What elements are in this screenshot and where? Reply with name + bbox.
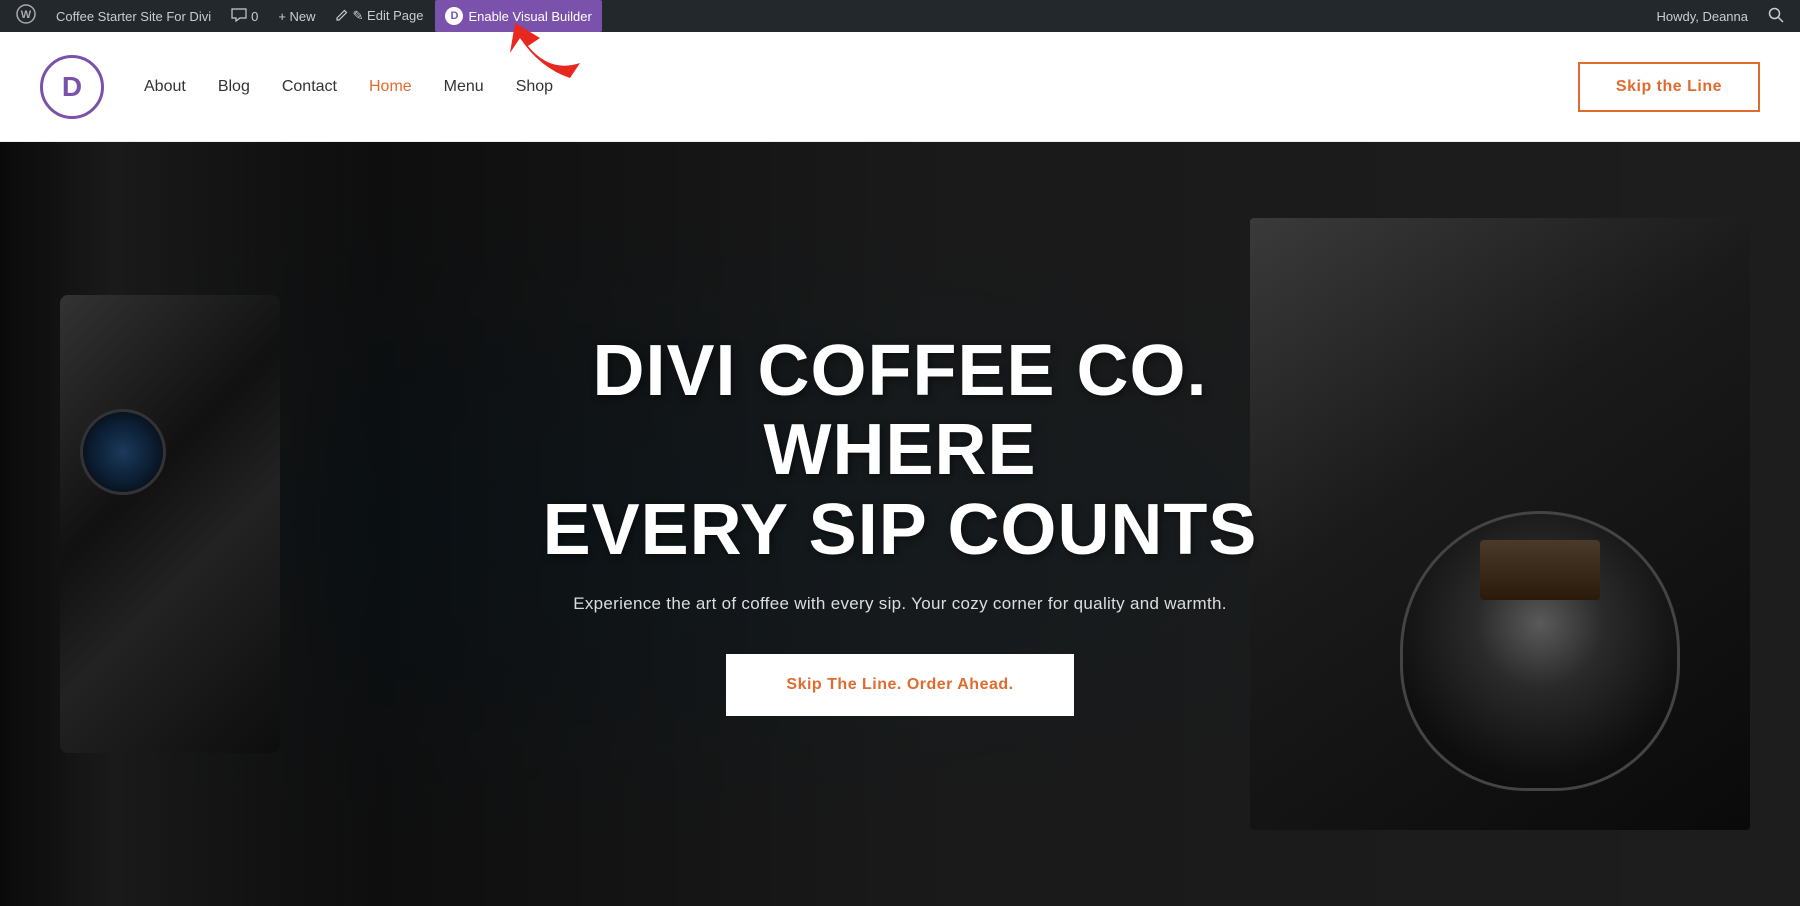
hero-section: DIVI COFFEE CO. WHERE EVERY SIP COUNTS E…	[0, 142, 1800, 906]
hero-title-line1: DIVI COFFEE CO. WHERE	[592, 331, 1207, 490]
site-nav: About Blog Contact Home Menu Shop	[144, 78, 1578, 96]
enable-visual-builder-button[interactable]: D Enable Visual Builder	[435, 0, 601, 32]
hero-machine-left	[0, 142, 380, 906]
hero-subtitle: Experience the art of coffee with every …	[490, 594, 1310, 614]
new-label: + New	[278, 9, 315, 24]
hero-content: DIVI COFFEE CO. WHERE EVERY SIP COUNTS E…	[450, 332, 1350, 716]
edit-icon	[336, 9, 348, 24]
header-skip-line-button[interactable]: Skip the Line	[1578, 62, 1760, 112]
divi-icon: D	[445, 7, 463, 25]
comment-icon	[231, 8, 247, 25]
site-logo[interactable]: D	[40, 55, 104, 119]
hero-title-line2: EVERY SIP COUNTS	[543, 490, 1258, 570]
nav-blog[interactable]: Blog	[218, 78, 250, 96]
nav-home[interactable]: Home	[369, 78, 412, 96]
site-name-button[interactable]: Coffee Starter Site For Divi	[48, 0, 219, 32]
nav-contact[interactable]: Contact	[282, 78, 337, 96]
nav-menu[interactable]: Menu	[444, 78, 484, 96]
comments-count: 0	[251, 9, 258, 24]
edit-page-label: ✎ Edit Page	[353, 8, 424, 24]
divi-label: Enable Visual Builder	[468, 9, 591, 24]
site-header: D About Blog Contact Home Menu Shop Skip…	[0, 32, 1800, 142]
nav-shop[interactable]: Shop	[516, 78, 553, 96]
hero-cta-button[interactable]: Skip The Line. Order Ahead.	[726, 654, 1073, 716]
howdy-label: Howdy, Deanna	[1648, 9, 1756, 24]
svg-text:W: W	[21, 9, 32, 21]
admin-bar: W Coffee Starter Site For Divi 0 + New ✎…	[0, 0, 1800, 32]
wp-logo-button[interactable]: W	[8, 0, 44, 32]
edit-page-button[interactable]: ✎ Edit Page	[328, 0, 432, 32]
site-name-label: Coffee Starter Site For Divi	[56, 9, 211, 24]
nav-about[interactable]: About	[144, 78, 186, 96]
admin-bar-right: Howdy, Deanna	[1648, 7, 1792, 26]
admin-search-button[interactable]	[1760, 7, 1792, 26]
new-button[interactable]: + New	[270, 0, 323, 32]
comments-button[interactable]: 0	[223, 0, 266, 32]
logo-letter: D	[62, 71, 82, 103]
wp-icon: W	[16, 4, 36, 29]
hero-title: DIVI COFFEE CO. WHERE EVERY SIP COUNTS	[490, 332, 1310, 570]
